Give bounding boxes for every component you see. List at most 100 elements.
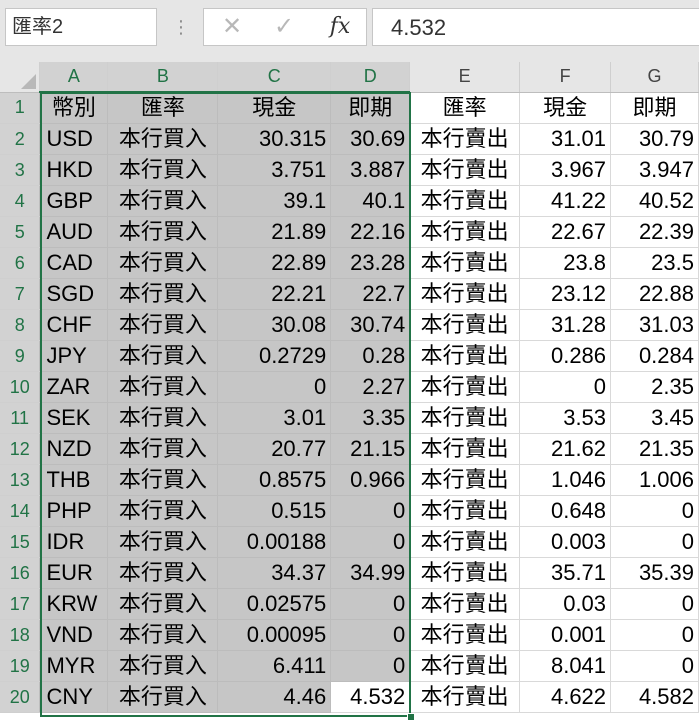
cell-g9[interactable]: 0.284 bbox=[610, 340, 699, 372]
cell-c5[interactable]: 21.89 bbox=[217, 216, 332, 248]
cell-a10[interactable]: ZAR bbox=[39, 371, 109, 403]
cell-c1[interactable]: 現金 bbox=[217, 92, 332, 124]
cell-c20[interactable]: 4.46 bbox=[217, 681, 332, 713]
row-header-16[interactable]: 16 bbox=[0, 557, 41, 589]
cell-f3[interactable]: 3.967 bbox=[519, 154, 612, 186]
cell-c11[interactable]: 3.01 bbox=[217, 402, 332, 434]
cell-b1[interactable]: 匯率 bbox=[107, 92, 219, 124]
row-header-2[interactable]: 2 bbox=[0, 123, 41, 155]
cell-f16[interactable]: 35.71 bbox=[519, 557, 612, 589]
cell-g8[interactable]: 31.03 bbox=[610, 309, 699, 341]
cell-b9[interactable]: 本行買入 bbox=[107, 340, 219, 372]
cell-f4[interactable]: 41.22 bbox=[519, 185, 612, 217]
cell-g11[interactable]: 3.45 bbox=[610, 402, 699, 434]
cell-c15[interactable]: 0.00188 bbox=[217, 526, 332, 558]
cell-e2[interactable]: 本行賣出 bbox=[409, 123, 521, 155]
cell-e9[interactable]: 本行賣出 bbox=[409, 340, 521, 372]
cell-a16[interactable]: EUR bbox=[39, 557, 109, 589]
cell-d17[interactable]: 0 bbox=[330, 588, 411, 620]
cell-e10[interactable]: 本行賣出 bbox=[409, 371, 521, 403]
cell-c16[interactable]: 34.37 bbox=[217, 557, 332, 589]
cell-d15[interactable]: 0 bbox=[330, 526, 411, 558]
cell-d4[interactable]: 40.1 bbox=[330, 185, 411, 217]
cell-e8[interactable]: 本行賣出 bbox=[409, 309, 521, 341]
select-all-button[interactable] bbox=[0, 62, 41, 93]
cell-d20[interactable]: 4.532 bbox=[330, 681, 411, 713]
cell-d11[interactable]: 3.35 bbox=[330, 402, 411, 434]
cell-f8[interactable]: 31.28 bbox=[519, 309, 612, 341]
cell-c18[interactable]: 0.00095 bbox=[217, 619, 332, 651]
row-header-20[interactable]: 20 bbox=[0, 681, 41, 713]
cell-e6[interactable]: 本行賣出 bbox=[409, 247, 521, 279]
cell-d13[interactable]: 0.966 bbox=[330, 464, 411, 496]
cell-b13[interactable]: 本行買入 bbox=[107, 464, 219, 496]
row-header-11[interactable]: 11 bbox=[0, 402, 41, 434]
cell-f5[interactable]: 22.67 bbox=[519, 216, 612, 248]
cell-f17[interactable]: 0.03 bbox=[519, 588, 612, 620]
cell-a13[interactable]: THB bbox=[39, 464, 109, 496]
cell-c13[interactable]: 0.8575 bbox=[217, 464, 332, 496]
cell-g6[interactable]: 23.5 bbox=[610, 247, 699, 279]
row-header-3[interactable]: 3 bbox=[0, 154, 41, 186]
cell-e4[interactable]: 本行賣出 bbox=[409, 185, 521, 217]
cell-f10[interactable]: 0 bbox=[519, 371, 612, 403]
cell-g15[interactable]: 0 bbox=[610, 526, 699, 558]
cell-d16[interactable]: 34.99 bbox=[330, 557, 411, 589]
cell-b19[interactable]: 本行買入 bbox=[107, 650, 219, 682]
cell-g19[interactable]: 0 bbox=[610, 650, 699, 682]
cell-e1[interactable]: 匯率 bbox=[409, 92, 521, 124]
row-header-8[interactable]: 8 bbox=[0, 309, 41, 341]
cell-b14[interactable]: 本行買入 bbox=[107, 495, 219, 527]
row-header-18[interactable]: 18 bbox=[0, 619, 41, 651]
cell-a8[interactable]: CHF bbox=[39, 309, 109, 341]
cell-a14[interactable]: PHP bbox=[39, 495, 109, 527]
cell-d18[interactable]: 0 bbox=[330, 619, 411, 651]
cell-b3[interactable]: 本行買入 bbox=[107, 154, 219, 186]
cell-g7[interactable]: 22.88 bbox=[610, 278, 699, 310]
cell-a17[interactable]: KRW bbox=[39, 588, 109, 620]
cell-g16[interactable]: 35.39 bbox=[610, 557, 699, 589]
cell-d12[interactable]: 21.15 bbox=[330, 433, 411, 465]
cell-b16[interactable]: 本行買入 bbox=[107, 557, 219, 589]
cell-d19[interactable]: 0 bbox=[330, 650, 411, 682]
cell-a6[interactable]: CAD bbox=[39, 247, 109, 279]
cell-g3[interactable]: 3.947 bbox=[610, 154, 699, 186]
column-header-b[interactable]: B bbox=[107, 62, 219, 93]
cell-a1[interactable]: 幣別 bbox=[39, 92, 109, 124]
cell-b5[interactable]: 本行買入 bbox=[107, 216, 219, 248]
column-header-g[interactable]: G bbox=[610, 62, 699, 93]
cell-e5[interactable]: 本行賣出 bbox=[409, 216, 521, 248]
cell-e17[interactable]: 本行賣出 bbox=[409, 588, 521, 620]
cell-f6[interactable]: 23.8 bbox=[519, 247, 612, 279]
cell-g5[interactable]: 22.39 bbox=[610, 216, 699, 248]
cell-c19[interactable]: 6.411 bbox=[217, 650, 332, 682]
row-header-14[interactable]: 14 bbox=[0, 495, 41, 527]
cell-b11[interactable]: 本行買入 bbox=[107, 402, 219, 434]
insert-function-icon[interactable]: fx bbox=[322, 9, 358, 45]
cell-d1[interactable]: 即期 bbox=[330, 92, 411, 124]
cell-b7[interactable]: 本行買入 bbox=[107, 278, 219, 310]
column-header-c[interactable]: C bbox=[217, 62, 332, 93]
cell-c6[interactable]: 22.89 bbox=[217, 247, 332, 279]
cell-c17[interactable]: 0.02575 bbox=[217, 588, 332, 620]
cell-f1[interactable]: 現金 bbox=[519, 92, 612, 124]
cell-a3[interactable]: HKD bbox=[39, 154, 109, 186]
cell-d10[interactable]: 2.27 bbox=[330, 371, 411, 403]
cell-b10[interactable]: 本行買入 bbox=[107, 371, 219, 403]
more-options-icon[interactable]: ⋮ bbox=[172, 14, 190, 40]
cell-a12[interactable]: NZD bbox=[39, 433, 109, 465]
cell-b20[interactable]: 本行買入 bbox=[107, 681, 219, 713]
cell-f15[interactable]: 0.003 bbox=[519, 526, 612, 558]
cell-a11[interactable]: SEK bbox=[39, 402, 109, 434]
cell-a9[interactable]: JPY bbox=[39, 340, 109, 372]
cell-f20[interactable]: 4.622 bbox=[519, 681, 612, 713]
cell-b12[interactable]: 本行買入 bbox=[107, 433, 219, 465]
cell-f13[interactable]: 1.046 bbox=[519, 464, 612, 496]
cell-g13[interactable]: 1.006 bbox=[610, 464, 699, 496]
enter-icon[interactable]: ✓ bbox=[266, 9, 302, 45]
cell-f11[interactable]: 3.53 bbox=[519, 402, 612, 434]
cell-d2[interactable]: 30.69 bbox=[330, 123, 411, 155]
cell-d3[interactable]: 3.887 bbox=[330, 154, 411, 186]
cell-a19[interactable]: MYR bbox=[39, 650, 109, 682]
cell-g20[interactable]: 4.582 bbox=[610, 681, 699, 713]
